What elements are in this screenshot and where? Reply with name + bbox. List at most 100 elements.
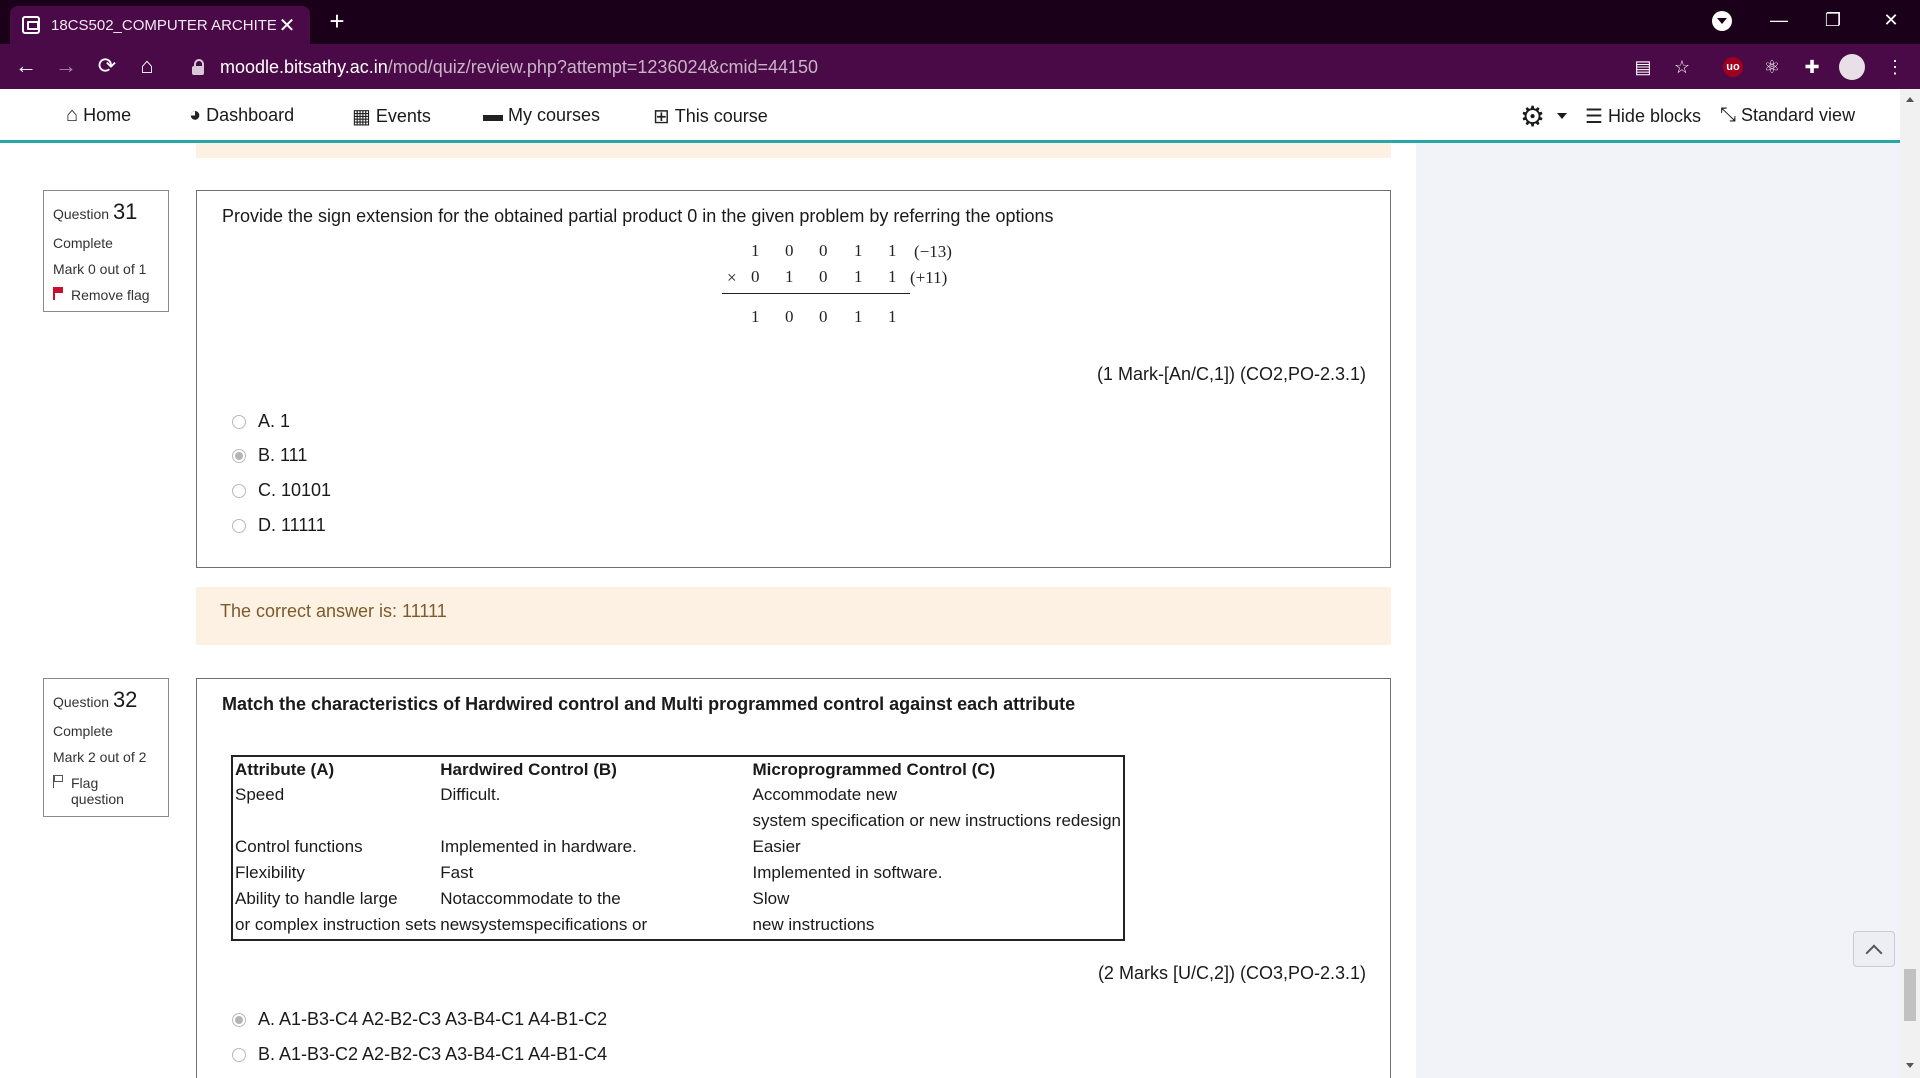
option-b[interactable]: B. 111: [232, 445, 307, 466]
digit: 0: [785, 307, 794, 326]
chevron-down-icon[interactable]: [1557, 113, 1567, 119]
digit: 1: [751, 241, 760, 260]
ublock-icon[interactable]: uo: [1723, 57, 1743, 77]
flag-question-button[interactable]: Flag question: [53, 775, 159, 807]
question-number: Question 32: [53, 687, 138, 712]
question-mark: Mark 0 out of 1: [53, 261, 147, 277]
table-cell: Accommodate new: [752, 785, 898, 804]
radio-icon[interactable]: [232, 518, 246, 533]
table-cell: Control functions: [235, 837, 363, 856]
table-cell: [233, 809, 438, 835]
restore-icon[interactable]: ❐: [1810, 4, 1856, 36]
new-tab-icon[interactable]: +: [322, 6, 352, 36]
page-content: Question 31 Complete Mark 0 out of 1 Rem…: [0, 143, 1900, 1078]
sitemap-icon: ⊞: [653, 106, 670, 128]
puzzle-icon[interactable]: ✚: [1799, 54, 1825, 80]
operand-note: (+11): [910, 268, 948, 287]
digit: 0: [751, 267, 760, 286]
table-row: or complex instruction sets newsystemspe…: [233, 913, 1123, 939]
radio-icon[interactable]: [232, 414, 246, 429]
table-cell: Slow: [752, 889, 790, 908]
digit: 1: [751, 307, 760, 326]
browser-toolbar: ← → ⟳ ⌂ moodle.bitsathy.ac.in/mod/quiz/r…: [0, 44, 1920, 89]
table-cell: Difficult.: [440, 785, 501, 804]
list-icon: ☰: [1585, 106, 1603, 128]
question-32-content: Match the characteristics of Hardwired c…: [196, 678, 1391, 1078]
tab-search-icon[interactable]: [1712, 11, 1732, 31]
star-icon[interactable]: ☆: [1669, 54, 1695, 80]
hide-blocks-label: Hide blocks: [1607, 106, 1701, 126]
forward-icon[interactable]: →: [50, 50, 82, 82]
radio-icon[interactable]: [232, 1047, 246, 1062]
close-tab-icon[interactable]: ✕: [276, 13, 298, 38]
option-a[interactable]: A. A1-B3-C4 A2-B2-C3 A3-B4-C1 A4-B1-C2: [232, 1009, 607, 1030]
question-32-info: Question 32 Complete Mark 2 out of 2 Fla…: [43, 678, 169, 817]
question-state: Complete: [53, 235, 113, 251]
home-icon[interactable]: ⌂: [131, 50, 163, 82]
option-c[interactable]: C. 10101: [232, 480, 331, 501]
table-cell: newsystemspecifications or: [440, 915, 648, 934]
reader-mode-icon[interactable]: ▤: [1630, 54, 1656, 80]
avatar-icon[interactable]: [1839, 54, 1865, 80]
option-label: D. 11111: [258, 515, 326, 535]
digit: 0: [819, 241, 828, 260]
scroll-down-icon[interactable]: [1906, 1063, 1914, 1068]
table-cell: system specification or new instructions…: [752, 811, 1122, 830]
table-cell: Notaccommodate to the: [440, 889, 621, 908]
react-devtools-icon[interactable]: ⚛: [1759, 54, 1785, 80]
column-header: Microprogrammed Control (C): [752, 760, 996, 779]
table-row: Control functions Implemented in hardwar…: [233, 835, 1123, 861]
flag-icon: [53, 287, 63, 300]
nav-this-course-label: This course: [674, 106, 768, 126]
correct-answer-feedback: The correct answer is: 11111: [196, 587, 1391, 645]
radio-checked-icon[interactable]: [232, 448, 246, 463]
nav-dashboard[interactable]: ◕ Dashboard: [189, 104, 294, 127]
browser-tab[interactable]: 18CS502_COMPUTER ARCHITECT ✕: [10, 6, 310, 44]
nav-events[interactable]: ▦ Events: [352, 104, 431, 129]
table-row: system specification or new instructions…: [233, 809, 1123, 835]
back-icon[interactable]: ←: [10, 50, 42, 82]
minimize-icon[interactable]: —: [1756, 4, 1802, 36]
digit: 1: [854, 241, 863, 260]
table-row: Ability to handle large Notaccommodate t…: [233, 887, 1123, 913]
marks-note: (1 Mark-[An/C,1]) (CO2,PO-2.3.1): [1096, 364, 1366, 384]
standard-view-button[interactable]: ⤡ Standard view: [1720, 104, 1855, 127]
radio-icon[interactable]: [232, 483, 246, 498]
table-row: Speed Difficult. Accommodate new: [233, 783, 1123, 809]
browser-tab-bar: 18CS502_COMPUTER ARCHITECT ✕ + — ❐ ✕: [0, 0, 1920, 44]
gear-icon[interactable]: ⚙: [1520, 100, 1545, 133]
option-d[interactable]: D. 11111: [232, 515, 326, 536]
option-b[interactable]: B. A1-B3-C2 A2-B2-C3 A3-B4-C1 A4-B1-C4: [232, 1044, 607, 1065]
table-cell: Ability to handle large: [235, 889, 398, 908]
calendar-icon: ▦: [352, 106, 371, 128]
nav-my-courses[interactable]: ▬ My courses: [483, 104, 600, 127]
reload-icon[interactable]: ⟳: [91, 50, 123, 82]
home-icon: ⌂: [66, 104, 79, 126]
scroll-up-icon[interactable]: [1906, 97, 1914, 102]
option-label: C. 10101: [258, 480, 332, 500]
back-to-top-button[interactable]: [1853, 931, 1895, 967]
scrollbar-thumb[interactable]: [1904, 969, 1916, 1021]
radio-checked-icon[interactable]: [232, 1012, 246, 1027]
flag-label: Flag question: [71, 775, 124, 807]
tab-title: 18CS502_COMPUTER ARCHITECT: [51, 16, 276, 34]
table-cell: Speed: [235, 785, 285, 804]
option-a[interactable]: A. 1: [232, 411, 290, 432]
remove-flag-button[interactable]: Remove flag: [53, 287, 159, 303]
address-bar[interactable]: moodle.bitsathy.ac.in/mod/quiz/review.ph…: [174, 50, 1644, 84]
table-cell: Flexibility: [235, 863, 305, 882]
nav-this-course[interactable]: ⊞ This course: [653, 104, 768, 129]
option-label: B. A1-B3-C2 A2-B2-C3 A3-B4-C1 A4-B1-C4: [258, 1044, 608, 1064]
nav-dashboard-label: Dashboard: [206, 105, 295, 125]
close-window-icon[interactable]: ✕: [1868, 4, 1914, 36]
digit: 1: [888, 267, 897, 286]
page-scrollbar[interactable]: [1900, 89, 1920, 1078]
question-31-info: Question 31 Complete Mark 0 out of 1 Rem…: [43, 190, 169, 312]
briefcase-icon: ▬: [483, 104, 503, 126]
lock-icon[interactable]: [192, 59, 206, 75]
kebab-menu-icon[interactable]: ⋮: [1882, 54, 1908, 80]
table-cell: new instructions: [752, 915, 875, 934]
nav-home[interactable]: ⌂ Home: [66, 104, 131, 127]
hide-blocks-button[interactable]: ☰ Hide blocks: [1585, 104, 1701, 129]
table-cell: Implemented in software.: [752, 863, 943, 882]
